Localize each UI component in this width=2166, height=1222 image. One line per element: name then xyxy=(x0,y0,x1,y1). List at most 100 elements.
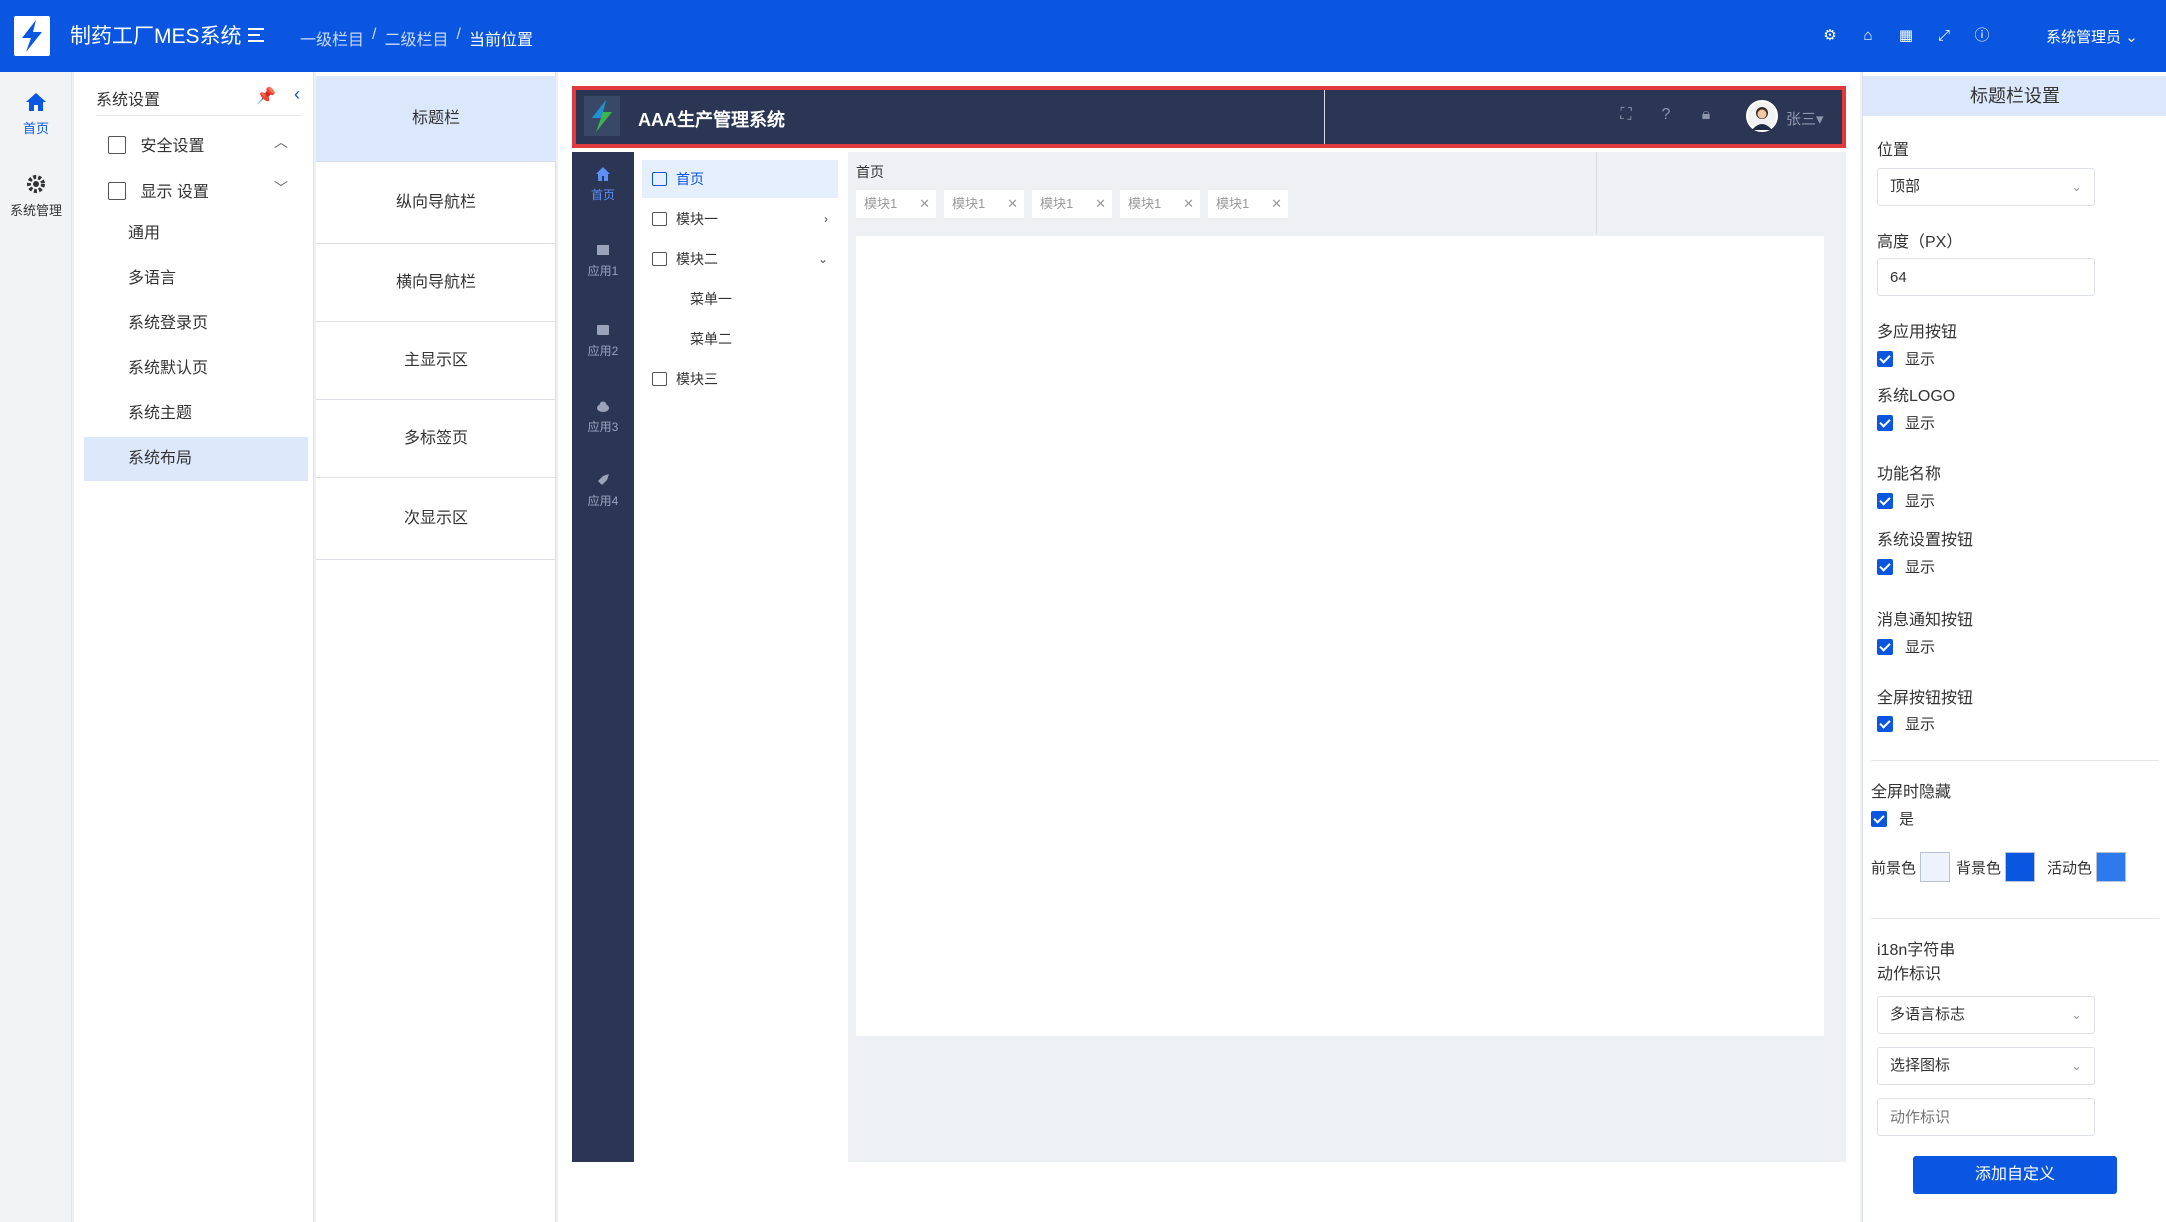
notify-btn-checkbox[interactable]: 显示 xyxy=(1877,636,1935,657)
preview-tab[interactable]: 模块1 ✕ xyxy=(856,190,936,218)
preview-nav-app1[interactable]: 应用1 xyxy=(572,242,634,279)
preview-titlebar[interactable]: AAA生产管理系统 ⛶ ? 🔒︎ 张三▾ xyxy=(572,86,1846,148)
preview-nav-home[interactable]: 首页 xyxy=(572,166,634,203)
pin-icon[interactable]: 📌 xyxy=(256,86,276,106)
lock-icon[interactable]: 🔒︎ xyxy=(1696,106,1716,124)
menu-item-layout[interactable]: 系统布局 xyxy=(84,437,308,481)
fullscreen-btn-checkbox[interactable]: 显示 xyxy=(1877,713,1935,734)
divider xyxy=(1871,918,2159,919)
preview-menu-module1[interactable]: 模块一 › xyxy=(642,200,838,238)
add-custom-button[interactable]: 添加自定义 xyxy=(1913,1156,2117,1194)
collapse-icon[interactable]: ‹ xyxy=(294,84,300,105)
home-icon xyxy=(26,93,46,111)
section-secondary-area[interactable]: 次显示区 xyxy=(316,478,556,560)
color-settings: 前景色 背景色 活动色 xyxy=(1871,852,2132,882)
settings-icon[interactable]: ⚙ xyxy=(1820,26,1840,46)
multi-app-checkbox[interactable]: 显示 xyxy=(1877,348,1935,369)
checkbox-checked-icon xyxy=(1877,415,1893,431)
menu-item-language[interactable]: 多语言 xyxy=(84,257,308,301)
height-input[interactable] xyxy=(1877,258,2095,296)
i18n-label: i18n字符串 xyxy=(1877,942,1956,959)
menu-item-theme[interactable]: 系统主题 xyxy=(84,392,308,436)
position-select[interactable]: 顶部 ⌄ xyxy=(1877,168,2095,206)
checkbox-label: 显示 xyxy=(1905,716,1936,733)
preview-title: AAA生产管理系统 xyxy=(638,110,785,130)
checkbox-label: 显示 xyxy=(1905,493,1936,510)
close-icon[interactable]: ✕ xyxy=(919,190,930,218)
fullscreen-icon[interactable]: ⛶ xyxy=(1616,106,1636,124)
rail-item-label: 首页 xyxy=(22,121,49,136)
breadcrumb-level2[interactable]: 二级栏目 xyxy=(384,26,448,50)
preview-menu-sub2[interactable]: 菜单二 xyxy=(642,320,838,358)
close-icon[interactable]: ✕ xyxy=(1095,190,1106,218)
preview-tab-label: 模块1 xyxy=(864,196,898,211)
preview-divider xyxy=(1324,90,1325,144)
preview-menu-module2[interactable]: 模块二 ⌄ xyxy=(642,240,838,278)
logo-checkbox[interactable]: 显示 xyxy=(1877,412,1935,433)
section-multi-tab[interactable]: 多标签页 xyxy=(316,400,556,478)
section-horizontal-nav[interactable]: 横向导航栏 xyxy=(316,244,556,322)
checkbox-checked-icon xyxy=(1877,351,1893,367)
preview-menu-label: 模块三 xyxy=(676,371,718,387)
close-icon[interactable]: ✕ xyxy=(1007,190,1018,218)
bg-color-swatch[interactable] xyxy=(2005,852,2036,882)
preview-user-menu[interactable]: 张三▾ xyxy=(1786,108,1824,129)
preview-menu-sub1[interactable]: 菜单一 xyxy=(642,280,838,318)
menu-item-login-page[interactable]: 系统登录页 xyxy=(84,302,308,346)
icon-select[interactable]: 选择图标 ⌄ xyxy=(1877,1047,2095,1085)
chevron-down-icon: ⌄ xyxy=(2071,1058,2082,1073)
save-icon xyxy=(108,136,126,154)
config-title: 标题栏设置 xyxy=(1863,76,2166,116)
menu-item-default-page[interactable]: 系统默认页 xyxy=(84,347,308,391)
avatar[interactable] xyxy=(1746,100,1778,132)
left-rail: 首页 系统管理 xyxy=(0,72,72,1222)
section-titlebar[interactable]: 标题栏 xyxy=(316,76,556,162)
breadcrumb-current: 当前位置 xyxy=(468,32,533,49)
preview-tab[interactable]: 模块1 ✕ xyxy=(944,190,1024,218)
fullscreen-icon[interactable]: ⤢ xyxy=(1934,26,1954,46)
preview-menu-home[interactable]: 首页 xyxy=(642,160,838,198)
rail-item-home[interactable]: 首页 xyxy=(0,90,72,137)
preview-tab[interactable]: 模块1 ✕ xyxy=(1208,190,1288,218)
i18n-select[interactable]: 多语言标志 ⌄ xyxy=(1877,996,2095,1034)
breadcrumb-separator: / xyxy=(456,26,461,43)
preview-nav-app2[interactable]: 应用2 xyxy=(572,322,634,359)
caret-down-icon: ▾ xyxy=(1816,111,1824,128)
preview-breadcrumb: 首页 xyxy=(856,164,884,180)
preview-tab[interactable]: 模块1 ✕ xyxy=(1032,190,1112,218)
rail-item-system[interactable]: 系统管理 xyxy=(0,172,72,219)
preview-tab[interactable]: 模块1 ✕ xyxy=(1120,190,1200,218)
help-icon[interactable]: ⓘ xyxy=(1972,26,1992,46)
menu-group-security[interactable]: 安全设置 ︿ xyxy=(108,132,298,162)
menu-group-display[interactable]: 显示 设置 ﹀ xyxy=(108,178,298,208)
menu-title: 系统设置 xyxy=(96,92,161,109)
menu-item-general[interactable]: 通用 xyxy=(84,212,308,256)
settings-btn-checkbox[interactable]: 显示 xyxy=(1877,556,1935,577)
func-name-checkbox[interactable]: 显示 xyxy=(1877,490,1935,511)
menu-toggle-icon[interactable] xyxy=(248,24,272,48)
menu-group-label: 显示 设置 xyxy=(140,184,209,201)
active-color-swatch[interactable] xyxy=(2096,852,2127,882)
user-menu[interactable]: 系统管理员 ⌄ xyxy=(2046,26,2138,47)
action-input[interactable] xyxy=(1877,1098,2095,1136)
preview-nav-app4[interactable]: 应用4 xyxy=(572,472,634,509)
close-icon[interactable]: ✕ xyxy=(1183,190,1194,218)
checkbox-checked-icon xyxy=(1877,493,1893,509)
breadcrumb-level1[interactable]: 一级栏目 xyxy=(300,26,364,50)
hide-on-full-checkbox[interactable]: 是 xyxy=(1871,808,1914,829)
app-title: 制药工厂MES系统 xyxy=(70,25,242,48)
close-icon[interactable]: ✕ xyxy=(1271,190,1282,218)
preview-menu-module3[interactable]: 模块三 xyxy=(642,360,838,398)
app-logo xyxy=(14,16,50,56)
func-name-label: 功能名称 xyxy=(1877,466,1942,483)
grid-icon[interactable]: ▦ xyxy=(1896,26,1916,46)
home-icon[interactable]: ⌂ xyxy=(1858,26,1878,46)
menu-group-label: 安全设置 xyxy=(140,138,205,155)
lightning-logo-icon xyxy=(22,20,42,52)
help-icon[interactable]: ? xyxy=(1656,106,1676,124)
fg-color-swatch[interactable] xyxy=(1920,852,1951,882)
preview-nav-app3[interactable]: 应用3 xyxy=(572,398,634,435)
section-main-area[interactable]: 主显示区 xyxy=(316,322,556,400)
inbox-icon xyxy=(652,212,667,226)
section-vertical-nav[interactable]: 纵向导航栏 xyxy=(316,162,556,244)
